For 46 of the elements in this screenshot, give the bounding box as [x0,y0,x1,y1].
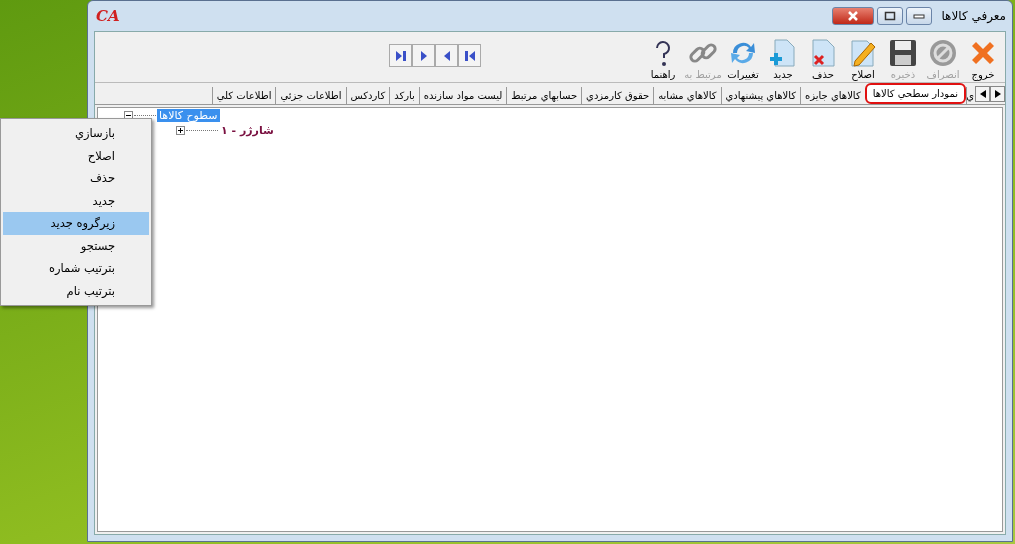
tab[interactable]: اطلاعات جزئي [275,87,346,104]
tab[interactable]: حقوق کارمزدي [581,87,654,104]
scroll-right-button[interactable] [990,86,1005,102]
previous-record-button[interactable] [435,44,458,67]
close-icon [846,11,861,21]
window-title: معرفي کالاها [941,9,1006,23]
maximize-button[interactable] [877,7,904,25]
menu-item[interactable]: اصلاح [3,144,149,167]
tab[interactable]: ليست مواد سازنده [418,87,507,104]
menu-item[interactable]: بترتيب نام [3,279,149,302]
play-icon [418,50,429,61]
menu-item[interactable]: بازسازي [3,122,149,145]
menu-item[interactable]: بترتيب شماره [3,257,149,280]
last-record-button[interactable] [389,44,412,67]
prohibited-icon [927,37,959,69]
tab[interactable]: کالاهاي جايزه [800,87,865,104]
tab[interactable]: حسابهاي مرتبط [506,87,582,104]
tab[interactable]: کالاهاي پيشنهادي [720,87,801,104]
tab[interactable]: کالاهاي مشابه [653,87,721,104]
tab[interactable]: کاردکس [345,87,390,104]
new-button[interactable]: جديد [763,37,803,81]
menu-item[interactable]: جديد [3,189,149,212]
minimize-icon [913,12,926,20]
scroll-left-button[interactable] [975,86,990,102]
first-record-button[interactable] [458,44,481,67]
tab[interactable]: اطلاعات کلي [211,87,276,104]
right-arrow-icon [994,90,1001,98]
tab[interactable]: بارکد [389,87,419,104]
app-logo: CA [96,7,120,25]
menu-item[interactable]: حذف [3,167,149,190]
edit-button[interactable]: اصلاح [843,37,883,81]
maximize-icon [884,11,897,21]
tree-item[interactable]: شارژر - ۱ [219,124,276,137]
help-button[interactable]: راهنما [643,37,683,81]
menu-item[interactable]: زيرگروه جديد [3,212,149,235]
left-arrow-icon [979,90,986,98]
skip-end-icon [395,50,406,61]
delete-button[interactable]: حذف [803,37,843,81]
refresh-button[interactable]: تغييرات [723,37,763,81]
exit-button[interactable]: خروج [963,37,1003,81]
skip-start-icon [464,50,475,61]
expand-icon[interactable] [176,126,185,135]
next-record-button[interactable] [412,44,435,67]
menu-item[interactable]: جستجو [3,234,149,257]
close-button[interactable] [832,7,875,25]
tab[interactable]: نمودار سطحي کالاها [864,83,966,104]
